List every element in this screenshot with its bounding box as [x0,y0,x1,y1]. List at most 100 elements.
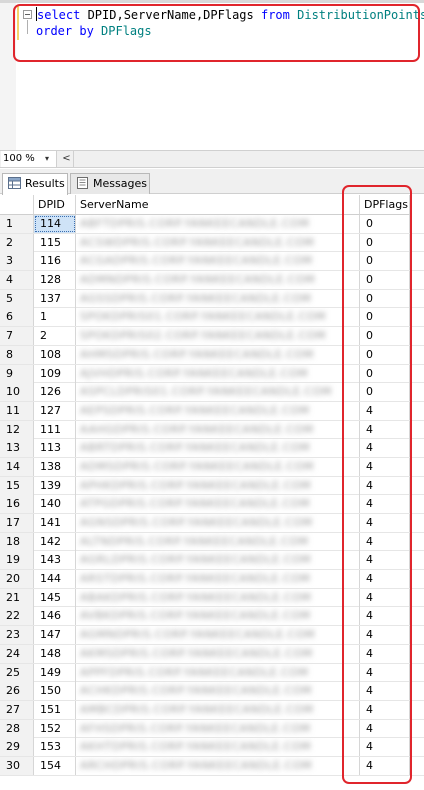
row-number-cell[interactable]: 7 [0,327,34,346]
dpid-cell[interactable]: 2 [34,327,76,346]
row-number-cell[interactable]: 25 [0,663,34,682]
dpid-cell[interactable]: 147 [34,626,76,645]
dpid-cell[interactable]: 126 [34,383,76,402]
row-number-cell[interactable]: 1 [0,215,34,233]
dpid-cell[interactable]: 145 [34,588,76,607]
dpid-cell[interactable]: 128 [34,271,76,290]
servername-cell[interactable]: AAHGDPRIS.CORP.YANKEECANDLE.COM [76,420,360,439]
servername-cell[interactable]: ASPCLDPRIS01.CORP.YANKEECANDLE.COM [76,383,360,402]
servername-cell[interactable]: ACSWDPRIS.CORP.YANKEECANDLE.COM [76,233,360,252]
scroll-left-button[interactable]: < [60,151,74,167]
servername-cell[interactable]: AMBCDPRIS.CORP.YANKEECANDLE.COM [76,700,360,719]
row-number-cell[interactable]: 12 [0,420,34,439]
dpid-cell[interactable]: 142 [34,532,76,551]
tab-messages[interactable]: Messages [70,173,150,194]
servername-cell[interactable]: ARSTDPRIS.CORP.YANKEECANDLE.COM [76,570,360,589]
row-number-cell[interactable]: 16 [0,495,34,514]
query-editor[interactable]: select DPID,ServerName,DPFlags from Dist… [0,0,424,150]
servername-cell[interactable]: ACGADPRIS.CORP.YANKEECANDLE.COM [76,252,360,271]
column-header-servername[interactable]: ServerName [76,195,360,215]
servername-cell[interactable]: ABFTDPRIS.CORP.YANKEECANDLE.COM [76,215,360,233]
dpid-cell[interactable]: 148 [34,644,76,663]
row-number-cell[interactable]: 26 [0,682,34,701]
row-number-cell[interactable]: 9 [0,364,34,383]
dpid-cell[interactable]: 111 [34,420,76,439]
dpid-cell[interactable]: 114 [34,215,76,233]
servername-value-redacted: SPOKDPRIS01.CORP.YANKEECANDLE.COM [80,310,326,324]
servername-cell[interactable]: AGNSDPRIS.CORP.YANKEECANDLE.COM [76,514,360,532]
servername-cell[interactable]: ACHKDPRIS.CORP.YANKEECANDLE.COM [76,682,360,701]
servername-cell[interactable]: ADMSDPRIS.CORP.YANKEECANDLE.COM [76,457,360,476]
dpid-cell[interactable]: 137 [34,289,76,308]
servername-cell[interactable]: ATPGDPRIS.CORP.YANKEECANDLE.COM [76,495,360,514]
servername-cell[interactable]: AGSSDPRIS.CORP.YANKEECANDLE.COM [76,289,360,308]
servername-cell[interactable]: APPFDPRIS.CORP.YANKEECANDLE.COM [76,663,360,682]
row-number-header[interactable] [0,195,34,215]
row-number-cell[interactable]: 29 [0,738,34,757]
servername-cell[interactable]: ALTNDPRIS.CORP.YANKEECANDLE.COM [76,532,360,551]
servername-cell[interactable]: SPOKDPRIS02.CORP.YANKEECANDLE.COM [76,327,360,346]
servername-cell[interactable]: ABRTDPRIS.CORP.YANKEECANDLE.COM [76,439,360,458]
row-number-cell[interactable]: 14 [0,457,34,476]
servername-cell[interactable]: AGRLDPRIS.CORP.YANKEECANDLE.COM [76,551,360,570]
servername-cell[interactable]: AGMNDPRIS.CORP.YANKEECANDLE.COM [76,626,360,645]
servername-cell[interactable]: AVBKDPRIS.CORP.YANKEECANDLE.COM [76,607,360,626]
row-number-cell[interactable]: 13 [0,439,34,458]
servername-cell[interactable]: AJVHDPRIS.CORP.YANKEECANDLE.COM [76,364,360,383]
row-number-cell[interactable]: 6 [0,308,34,327]
dpid-cell[interactable]: 152 [34,719,76,738]
row-number-cell[interactable]: 24 [0,644,34,663]
dpid-cell[interactable]: 140 [34,495,76,514]
dpid-cell[interactable]: 143 [34,551,76,570]
servername-cell[interactable]: ARCHDPRIS.CORP.YANKEECANDLE.COM [76,756,360,775]
dpid-cell[interactable]: 154 [34,756,76,775]
tab-results[interactable]: Results [2,173,68,195]
row-number-cell[interactable]: 10 [0,383,34,402]
servername-cell[interactable]: AEPSDPRIS.CORP.YANKEECANDLE.COM [76,401,360,420]
row-number-cell[interactable]: 17 [0,514,34,532]
servername-cell[interactable]: AHMSDPRIS.CORP.YANKEECANDLE.COM [76,345,360,364]
row-number-cell[interactable]: 5 [0,289,34,308]
row-number-cell[interactable]: 28 [0,719,34,738]
dpid-cell[interactable]: 141 [34,514,76,532]
dpid-cell[interactable]: 115 [34,233,76,252]
dpid-cell[interactable]: 138 [34,457,76,476]
dpid-cell[interactable]: 146 [34,607,76,626]
dpid-cell[interactable]: 149 [34,663,76,682]
dpid-cell[interactable]: 1 [34,308,76,327]
servername-cell[interactable]: ABAKDPRIS.CORP.YANKEECANDLE.COM [76,588,360,607]
servername-value-redacted: APPFDPRIS.CORP.YANKEECANDLE.COM [80,665,309,679]
dpid-cell[interactable]: 127 [34,401,76,420]
row-number-cell[interactable]: 19 [0,551,34,570]
dpid-cell[interactable]: 150 [34,682,76,701]
row-number-cell[interactable]: 4 [0,271,34,290]
dpid-cell[interactable]: 139 [34,476,76,495]
servername-cell[interactable]: SPOKDPRIS01.CORP.YANKEECANDLE.COM [76,308,360,327]
row-number-cell[interactable]: 11 [0,401,34,420]
dpid-cell[interactable]: 144 [34,570,76,589]
dpid-cell[interactable]: 108 [34,345,76,364]
row-number-cell[interactable]: 18 [0,532,34,551]
row-number-cell[interactable]: 3 [0,252,34,271]
row-number-cell[interactable]: 20 [0,570,34,589]
column-header-dpid[interactable]: DPID [34,195,76,215]
dpid-cell[interactable]: 116 [34,252,76,271]
row-number-cell[interactable]: 30 [0,756,34,775]
dpid-cell[interactable]: 153 [34,738,76,757]
dpid-cell[interactable]: 113 [34,439,76,458]
row-number-cell[interactable]: 21 [0,588,34,607]
servername-cell[interactable]: APHKDPRIS.CORP.YANKEECANDLE.COM [76,476,360,495]
servername-cell[interactable]: ADMNDPRIS.CORP.YANKEECANDLE.COM [76,271,360,290]
zoom-dropdown[interactable]: 100 % ▾ [1,151,57,167]
row-number-cell[interactable]: 27 [0,700,34,719]
row-number-cell[interactable]: 22 [0,607,34,626]
dpid-cell[interactable]: 151 [34,700,76,719]
servername-cell[interactable]: AKHTDPRIS.CORP.YANKEECANDLE.COM [76,738,360,757]
servername-cell[interactable]: AFHSDPRIS.CORP.YANKEECANDLE.COM [76,719,360,738]
row-number-cell[interactable]: 2 [0,233,34,252]
servername-cell[interactable]: AKMSDPRIS.CORP.YANKEECANDLE.COM [76,644,360,663]
row-number-cell[interactable]: 15 [0,476,34,495]
dpid-cell[interactable]: 109 [34,364,76,383]
row-number-cell[interactable]: 8 [0,345,34,364]
row-number-cell[interactable]: 23 [0,626,34,645]
